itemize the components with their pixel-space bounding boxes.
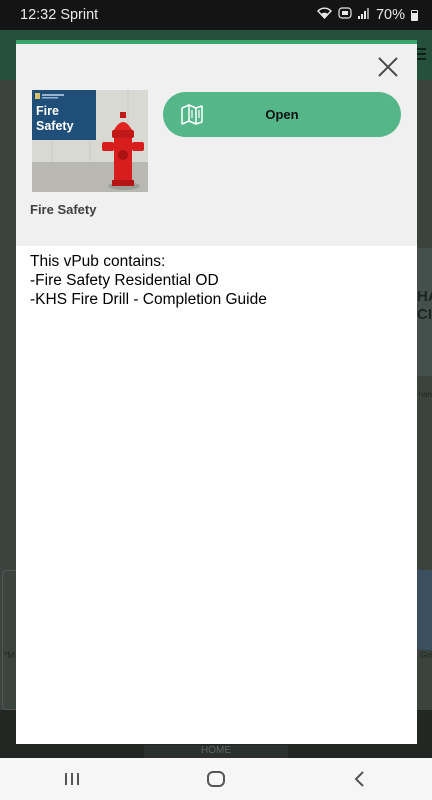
publication-thumbnail[interactable]: Fire Safety — [32, 90, 148, 192]
book-icon — [180, 103, 204, 130]
open-button[interactable]: Open — [163, 92, 401, 137]
battery-percent: 70% — [375, 7, 405, 23]
battery-icon — [411, 9, 418, 21]
background-card: HA CI — [416, 248, 432, 376]
navigation-bar — [0, 758, 432, 800]
description-line: -KHS Fire Drill - Completion Guide — [30, 291, 267, 308]
back-icon[interactable] — [335, 764, 385, 794]
background-side-text: hari — [418, 390, 432, 399]
recent-apps-icon[interactable] — [47, 764, 97, 794]
description-line: This vPub contains: — [30, 253, 166, 270]
open-button-label: Open — [265, 107, 299, 122]
modal-header-area: Fire Safety Open Fire Safety — [16, 44, 417, 246]
description-line: -Fire Safety Residential OD — [30, 272, 219, 289]
publication-title: Fire Safety — [30, 202, 97, 217]
thumbnail-heading: Fire Safety — [36, 104, 74, 133]
signal-icon — [357, 7, 370, 23]
background-right-item-text: Gri — [420, 650, 432, 660]
status-time-carrier: 12:32 Sprint — [20, 7, 99, 23]
background-tab-home: HOME — [144, 745, 288, 758]
background-left-item-text: *M — [4, 650, 15, 660]
volte-icon — [338, 7, 352, 23]
publication-modal: Fire Safety Open Fire Safety This vPub c… — [16, 40, 417, 744]
wifi-icon — [317, 7, 332, 23]
home-icon[interactable] — [191, 764, 241, 794]
close-icon[interactable] — [377, 56, 399, 78]
status-icons: 70% — [317, 7, 418, 23]
background-card-text: HA CI — [417, 288, 432, 323]
background-thumb-right — [416, 570, 432, 650]
status-bar: 12:32 Sprint 70% — [0, 0, 432, 30]
publication-description: This vPub contains: -Fire Safety Residen… — [30, 252, 402, 309]
